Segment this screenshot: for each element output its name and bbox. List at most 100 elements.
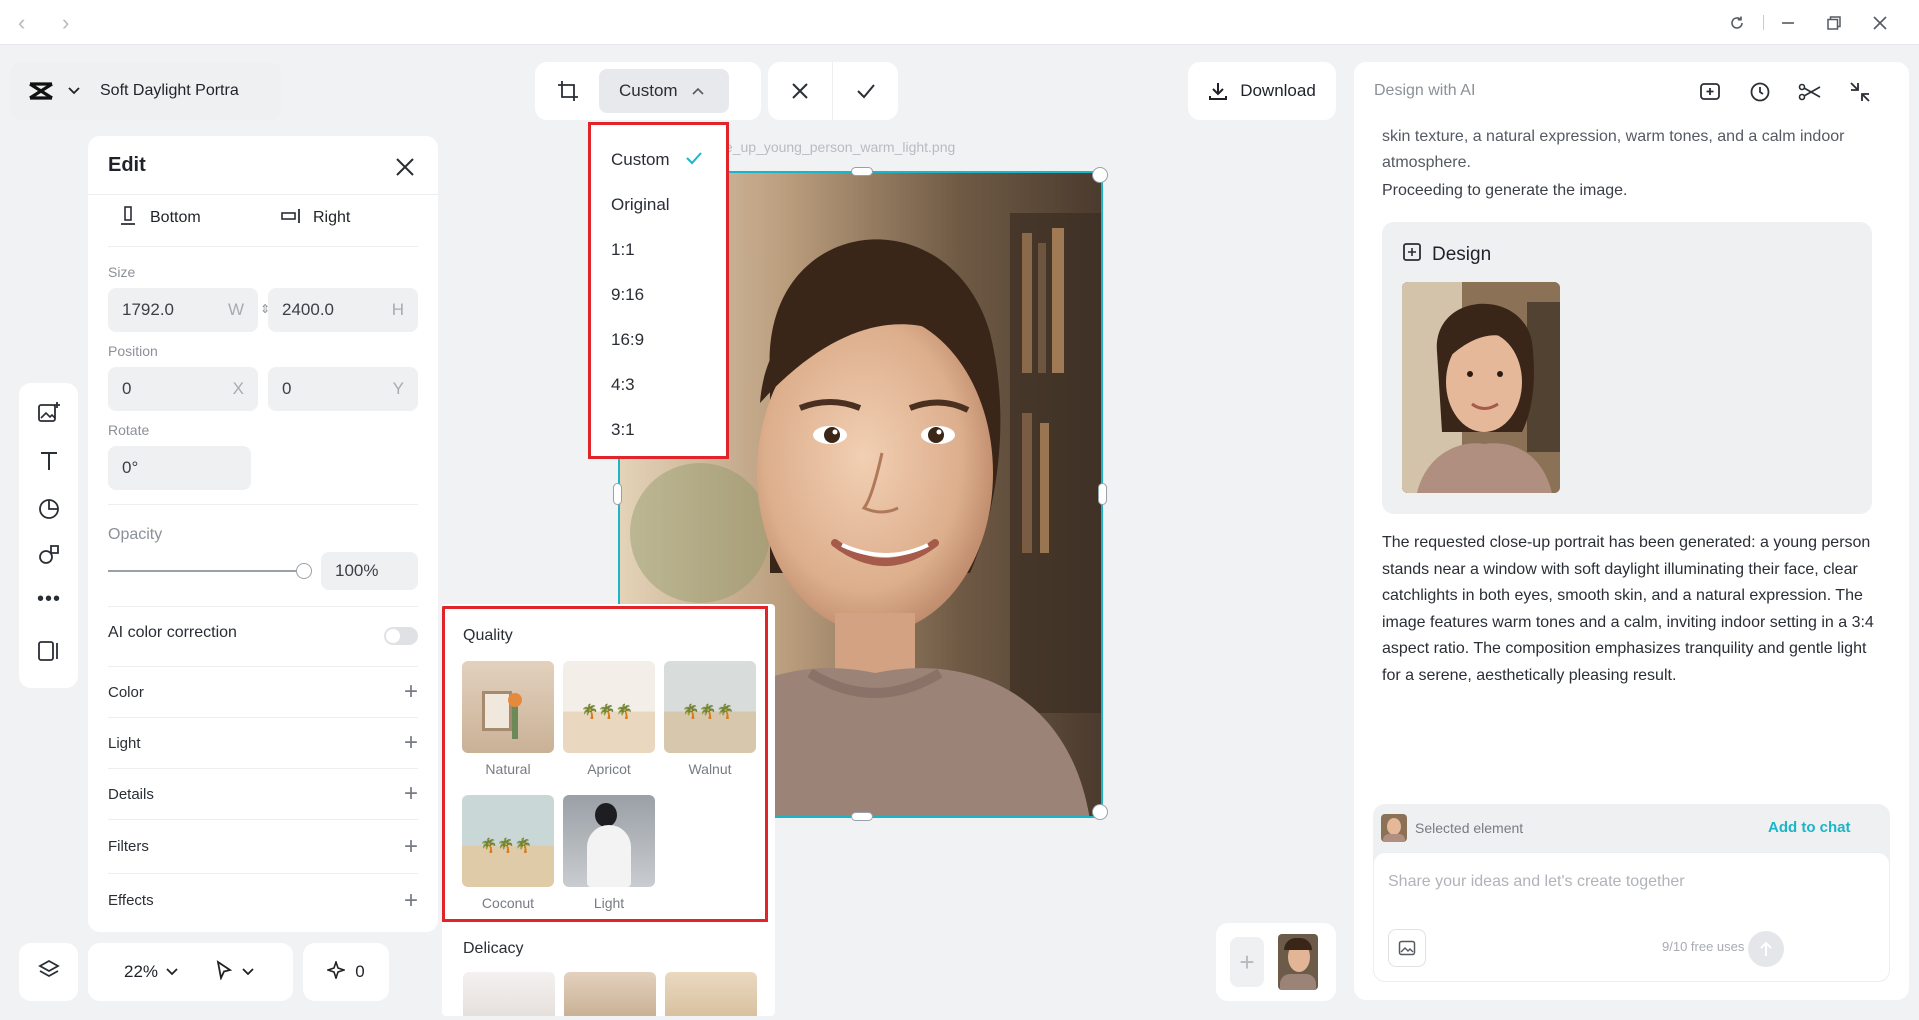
filter-thumbnail	[462, 661, 554, 753]
filter-thumbnail: 🌴🌴🌴	[462, 795, 554, 887]
ratio-option-label: 4:3	[611, 374, 635, 394]
chat-input-box[interactable]: Share your ideas and let's create togeth…	[1373, 852, 1890, 982]
tool-rail: •••	[19, 383, 78, 688]
apply-crop-button[interactable]	[833, 62, 898, 120]
share-icon[interactable]	[1794, 76, 1826, 108]
crop-icon[interactable]	[553, 76, 583, 106]
filter-natural[interactable]: Natural	[462, 661, 554, 777]
image-icon	[1398, 940, 1416, 956]
filter-apricot[interactable]: 🌴🌴🌴 Apricot	[563, 661, 655, 777]
selected-element-label: Selected element	[1415, 820, 1524, 836]
history-icon[interactable]	[1744, 76, 1776, 108]
align-bottom-icon	[120, 205, 136, 231]
add-page-button[interactable]: +	[1230, 937, 1264, 987]
resize-handle-bottom-right[interactable]	[1092, 804, 1108, 820]
rotate-input[interactable]: 0°	[108, 446, 251, 490]
height-input[interactable]: 2400.0 H	[268, 288, 418, 332]
project-menu[interactable]: Soft Daylight Portra	[10, 62, 282, 120]
ratio-option-1-1[interactable]: 1:1	[591, 227, 726, 272]
opacity-slider-track[interactable]	[108, 570, 304, 572]
ai-panel-title: Design with AI	[1374, 82, 1476, 99]
collapse-panel-icon[interactable]	[1844, 76, 1876, 108]
send-button[interactable]	[1748, 931, 1784, 967]
delicacy-thumbnail[interactable]	[564, 972, 656, 1016]
resize-handle-bottom[interactable]	[851, 812, 873, 821]
ratio-option-original[interactable]: Original	[591, 182, 726, 227]
ai-credits-button[interactable]: 0	[303, 943, 389, 1001]
section-light[interactable]: Light +	[108, 717, 418, 768]
shapes-icon[interactable]	[33, 539, 65, 571]
section-color[interactable]: Color +	[108, 666, 418, 717]
cursor-tool-dropdown[interactable]	[214, 959, 254, 985]
opacity-input[interactable]: 100%	[321, 552, 418, 590]
edit-panel-title: Edit	[108, 154, 146, 176]
more-icon[interactable]: •••	[33, 583, 65, 615]
back-icon[interactable]: ‹	[18, 0, 25, 45]
ratio-option-4-3[interactable]: 4:3	[591, 362, 726, 407]
resize-handle-left[interactable]	[613, 483, 622, 505]
ratio-dropdown[interactable]: Custom	[599, 69, 729, 113]
delicacy-thumbnail[interactable]	[665, 972, 757, 1016]
resize-handle-right[interactable]	[1098, 483, 1107, 505]
forward-icon[interactable]: ›	[62, 0, 69, 45]
ratio-option-3-1[interactable]: 3:1	[591, 407, 726, 452]
ratio-option-custom[interactable]: Custom	[591, 137, 726, 182]
page-thumbnail[interactable]	[1278, 934, 1318, 990]
position-x-input[interactable]: 0 X	[108, 367, 258, 411]
opacity-slider-handle[interactable]	[296, 563, 312, 579]
close-edit-button[interactable]	[390, 152, 420, 182]
delicacy-title: Delicacy	[463, 940, 524, 957]
zoom-dropdown[interactable]: 22%	[124, 962, 178, 982]
section-details[interactable]: Details +	[108, 768, 418, 819]
ratio-option-label: 9:16	[611, 284, 645, 304]
design-card: Design	[1382, 222, 1872, 514]
generated-image-thumbnail[interactable]	[1402, 282, 1560, 493]
filter-walnut[interactable]: 🌴🌴🌴 Walnut	[664, 661, 756, 777]
ai-panel: Design with AI skin texture, a natural e…	[1354, 62, 1909, 1000]
section-filters[interactable]: Filters +	[108, 819, 418, 873]
ratio-option-label: 16:9	[611, 329, 645, 349]
layers-button[interactable]	[19, 943, 78, 1001]
design-card-title: Design	[1432, 243, 1492, 265]
sparkle-icon	[325, 958, 347, 984]
design-icon	[1402, 242, 1422, 267]
add-image-icon[interactable]	[33, 397, 65, 429]
section-effects[interactable]: Effects +	[108, 873, 418, 927]
refresh-icon[interactable]	[1723, 10, 1751, 36]
restore-icon[interactable]	[1820, 10, 1848, 36]
download-button[interactable]: Download	[1188, 62, 1336, 120]
align-bottom-button[interactable]: Bottom	[120, 198, 201, 238]
ai-message-text: skin texture, a natural expression, warm…	[1382, 128, 1845, 171]
width-input[interactable]: 1792.0 W	[108, 288, 258, 332]
cancel-crop-button[interactable]	[768, 62, 833, 120]
filter-label: Coconut	[481, 895, 535, 911]
ratio-option-label: Custom	[611, 149, 670, 169]
ratio-option-label: Original	[611, 194, 670, 214]
ratio-dropdown-label: Custom	[619, 81, 678, 100]
resize-handle-top-right[interactable]	[1092, 167, 1108, 183]
sticker-icon[interactable]	[33, 493, 65, 525]
height-suffix: H	[391, 300, 404, 319]
position-y-input[interactable]: 0 Y	[268, 367, 418, 411]
section-label: Details	[108, 785, 154, 803]
resize-handle-top[interactable]	[851, 167, 873, 176]
minimize-icon[interactable]	[1774, 10, 1802, 36]
chevron-down-icon[interactable]	[66, 87, 82, 95]
filter-coconut[interactable]: 🌴🌴🌴 Coconut	[462, 795, 554, 911]
align-right-button[interactable]: Right	[281, 198, 350, 238]
align-right-label: Right	[313, 209, 351, 226]
ai-color-correction-toggle[interactable]	[384, 627, 418, 645]
add-to-chat-button[interactable]: Add to chat	[1768, 819, 1851, 836]
text-icon[interactable]	[33, 445, 65, 477]
resize-icon[interactable]	[33, 635, 65, 667]
filter-light[interactable]: Light	[563, 795, 655, 911]
ratio-option-16-9[interactable]: 16:9	[591, 317, 726, 362]
ratio-option-9-16[interactable]: 9:16	[591, 272, 726, 317]
attach-image-button[interactable]	[1388, 929, 1426, 967]
chat-input-placeholder: Share your ideas and let's create togeth…	[1388, 873, 1685, 890]
filter-thumbnail: 🌴🌴🌴	[563, 661, 655, 753]
close-icon[interactable]	[1866, 10, 1894, 36]
ai-credits-count: 0	[355, 962, 365, 981]
new-chat-icon[interactable]	[1694, 76, 1726, 108]
delicacy-thumbnail[interactable]	[463, 972, 555, 1016]
